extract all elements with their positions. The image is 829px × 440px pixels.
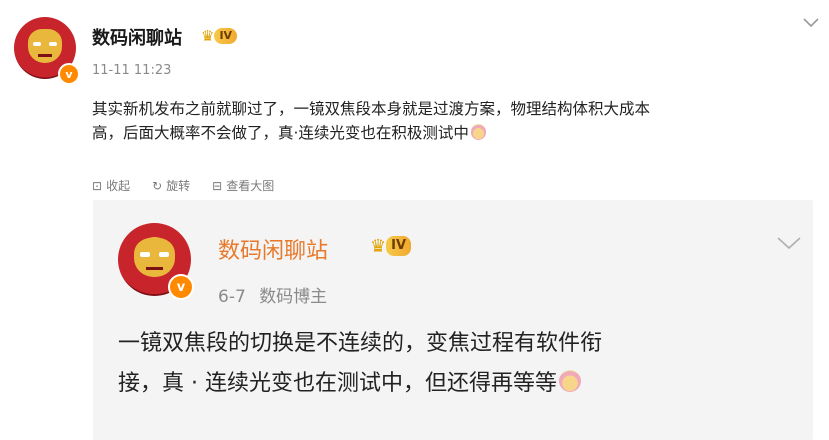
quoted-chevron-down-icon[interactable]: [775, 234, 803, 252]
crown-icon: ♛: [201, 27, 215, 45]
collapse-icon: ⊡: [92, 178, 103, 193]
post-timestamp[interactable]: 11-11 11:23: [92, 63, 171, 78]
quoted-text-line: 一镜双焦段的切换是不连续的，变焦过程有软件衔: [118, 331, 603, 356]
verified-icon: v: [168, 274, 194, 300]
cake-emoji-icon: [470, 124, 487, 140]
level-badge[interactable]: ♛ IV: [201, 27, 238, 45]
post-text-line: 其实新机发布之前就聊过了，一镜双焦段本身就是过渡方案，物理结构体积大成本: [92, 100, 651, 118]
quoted-text: 一镜双焦段的切换是不连续的，变焦过程有软件衔 接，真 · 连续光变也在测试中，但…: [118, 324, 808, 403]
quoted-author-name[interactable]: 数码闲聊站: [218, 233, 328, 265]
avatar-mask: [27, 29, 63, 63]
quoted-meta: 6-7 数码博主: [218, 282, 327, 307]
cake-emoji-icon: [558, 370, 581, 393]
view-image-button[interactable]: ⊟ 查看大图: [212, 177, 274, 194]
post-actions: ⊡ 收起 ↻ 旋转 ⊟ 查看大图: [92, 177, 274, 194]
quoted-date[interactable]: 6-7: [218, 287, 246, 307]
image-icon: ⊟: [212, 178, 223, 193]
rotate-button[interactable]: ↻ 旋转: [152, 177, 190, 194]
post-text: 其实新机发布之前就聊过了，一镜双焦段本身就是过渡方案，物理结构体积大成本 高，后…: [92, 97, 822, 145]
quoted-text-line: 接，真 · 连续光变也在测试中，但还得再等等: [118, 364, 808, 404]
quoted-post[interactable]: v 数码闲聊站 ♛ IV 6-7 数码博主 一镜双焦段的切换是不连续的，变焦过程…: [93, 200, 813, 440]
rotate-icon: ↻: [152, 178, 163, 193]
quoted-role: 数码博主: [259, 287, 328, 307]
chevron-down-icon[interactable]: [802, 14, 820, 28]
quoted-level-badge[interactable]: ♛ IV: [370, 235, 412, 257]
collapse-button[interactable]: ⊡ 收起: [92, 177, 130, 194]
author-name[interactable]: 数码闲聊站: [92, 24, 182, 50]
post-text-line: 高，后面大概率不会做了，真·连续光变也在积极测试中: [92, 121, 822, 145]
verified-icon: v: [58, 63, 80, 85]
crown-icon: ♛: [370, 235, 387, 257]
